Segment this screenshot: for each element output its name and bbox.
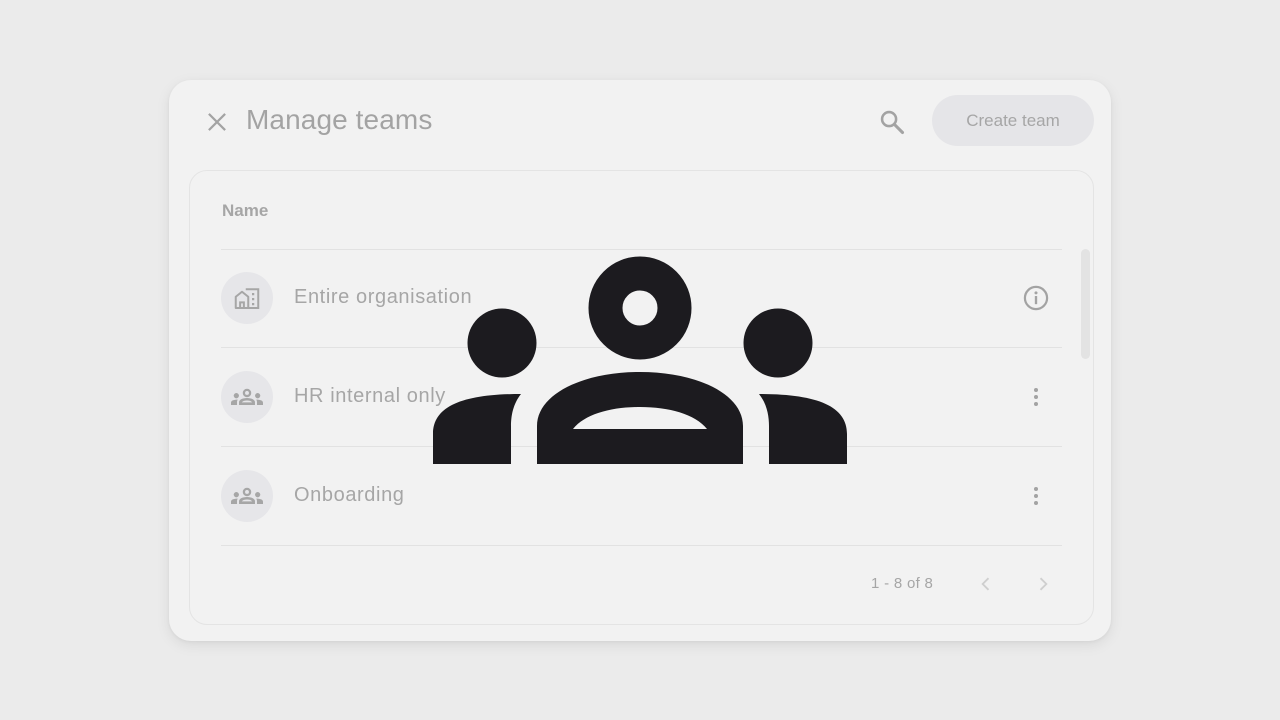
domain-icon <box>234 288 260 309</box>
previous-page-button[interactable] <box>973 571 999 597</box>
info-icon <box>1023 285 1049 311</box>
search-icon <box>880 110 905 135</box>
chevron-left-icon <box>981 577 990 591</box>
info-button[interactable] <box>1022 284 1050 312</box>
groups-icon <box>433 256 847 464</box>
more-options-button[interactable] <box>1022 482 1050 510</box>
row-avatar <box>221 470 273 522</box>
row-label: HR internal only <box>294 385 446 407</box>
pagination-range: 1 - 8 of 8 <box>871 575 934 592</box>
close-button[interactable] <box>202 107 232 137</box>
dialog-title: Manage teams <box>246 104 433 135</box>
row-avatar <box>221 272 273 324</box>
more-options-button[interactable] <box>1022 383 1050 411</box>
more-vert-icon <box>1034 487 1038 505</box>
row-label: Onboarding <box>294 484 405 506</box>
more-vert-icon <box>1034 388 1038 406</box>
groups-icon <box>231 487 263 505</box>
search-button[interactable] <box>874 104 910 140</box>
column-header-name: Name <box>222 201 269 220</box>
chevron-right-icon <box>1039 577 1048 591</box>
next-page-button[interactable] <box>1030 571 1056 597</box>
scrollbar[interactable] <box>1081 249 1090 359</box>
row-avatar <box>221 371 273 423</box>
divider <box>221 545 1062 546</box>
close-icon <box>208 113 226 131</box>
groups-icon <box>231 388 263 406</box>
create-team-button[interactable]: Create team <box>932 95 1094 146</box>
